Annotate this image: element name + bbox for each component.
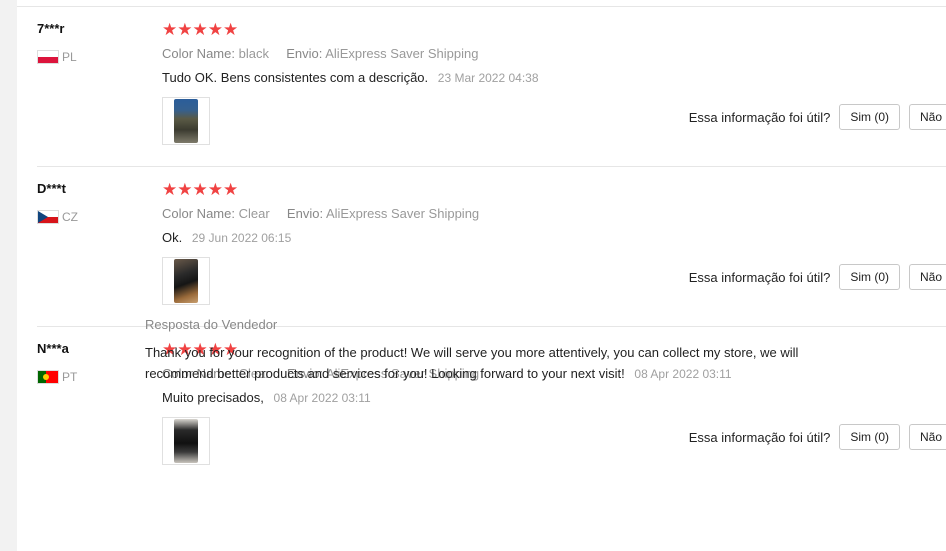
shipping-value: AliExpress Saver Shipping [325, 46, 479, 61]
color-value: Clear [238, 206, 270, 221]
reviewer-country: CZ [37, 209, 78, 225]
reviewer-country: PL [37, 49, 77, 65]
country-code: CZ [62, 210, 78, 224]
country-code: PT [62, 370, 78, 384]
reviewer-country: PT [37, 369, 77, 385]
review-text-line: Ok. 29 Jun 2022 06:15 [162, 230, 291, 245]
star-rating: ★★★★★ [162, 20, 239, 39]
review-date: 29 Jun 2022 06:15 [191, 231, 292, 245]
review-photo [174, 99, 198, 143]
helpful-yes-button[interactable]: Sim (0) [839, 424, 900, 450]
review-text: Ok. [162, 230, 183, 245]
shipping-label: Envio: [286, 46, 323, 61]
color-value: black [238, 46, 269, 61]
helpful-vote: Essa informação foi útil? Sim (0) Não [689, 104, 946, 130]
reviewer-name: N***a [37, 341, 69, 356]
helpful-no-button[interactable]: Não [909, 104, 946, 130]
review-item: 7***r PL ★★★★★ Color Name: black Envio: … [17, 7, 946, 167]
reviewer-name: 7***r [37, 21, 65, 36]
review-attributes: Color Name: Clear Envio: AliExpress Save… [162, 206, 479, 221]
review-text-line: Muito precisados, 08 Apr 2022 03:11 [162, 390, 371, 405]
review-photo-thumbnail[interactable] [162, 97, 210, 145]
left-gutter [0, 0, 17, 551]
review-photo [174, 419, 198, 463]
helpful-vote: Essa informação foi útil? Sim (0) Não [689, 264, 946, 290]
poland-flag-icon [37, 50, 59, 64]
seller-reply-date: 08 Apr 2022 03:11 [634, 367, 732, 381]
color-label: Color Name: [162, 46, 235, 61]
review-photo-thumbnail[interactable] [162, 257, 210, 305]
review-photo [174, 259, 198, 303]
helpful-vote: Essa informação foi útil? Sim (0) Não [689, 424, 946, 450]
shipping-value: AliExpress Saver Shipping [325, 206, 480, 221]
review-date: 08 Apr 2022 03:11 [273, 391, 371, 405]
review-text-line: Tudo OK. Bens consistentes com a descriç… [162, 70, 539, 85]
portugal-flag-icon [37, 370, 59, 384]
country-code: PL [62, 50, 77, 64]
helpful-yes-button[interactable]: Sim (0) [839, 104, 900, 130]
czech-flag-icon [37, 210, 59, 224]
helpful-question: Essa informação foi útil? [688, 429, 831, 445]
star-rating: ★★★★★ [162, 180, 239, 199]
seller-reply-title: Resposta do Vendedor [145, 317, 278, 332]
shipping-label: Envio: [286, 206, 324, 221]
review-text: Tudo OK. Bens consistentes com a descriç… [162, 70, 429, 85]
review-attributes: Color Name: black Envio: AliExpress Save… [162, 46, 478, 61]
review-text: Muito precisados, [162, 390, 264, 405]
review-date: 23 Mar 2022 04:38 [437, 71, 539, 85]
helpful-yes-button[interactable]: Sim (0) [839, 264, 900, 290]
helpful-question: Essa informação foi útil? [688, 269, 831, 285]
color-label: Color Name: [162, 206, 235, 221]
review-photo-thumbnail[interactable] [162, 417, 210, 465]
seller-reply: Resposta do Vendedor Thank you for your … [145, 317, 865, 385]
helpful-no-button[interactable]: Não [909, 424, 946, 450]
review-item: D***t CZ ★★★★★ Color Name: Clear Envio: … [17, 167, 946, 327]
helpful-question: Essa informação foi útil? [688, 109, 831, 125]
helpful-no-button[interactable]: Não [909, 264, 946, 290]
reviewer-name: D***t [37, 181, 66, 196]
seller-reply-body: Thank you for your recognition of the pr… [145, 342, 865, 385]
